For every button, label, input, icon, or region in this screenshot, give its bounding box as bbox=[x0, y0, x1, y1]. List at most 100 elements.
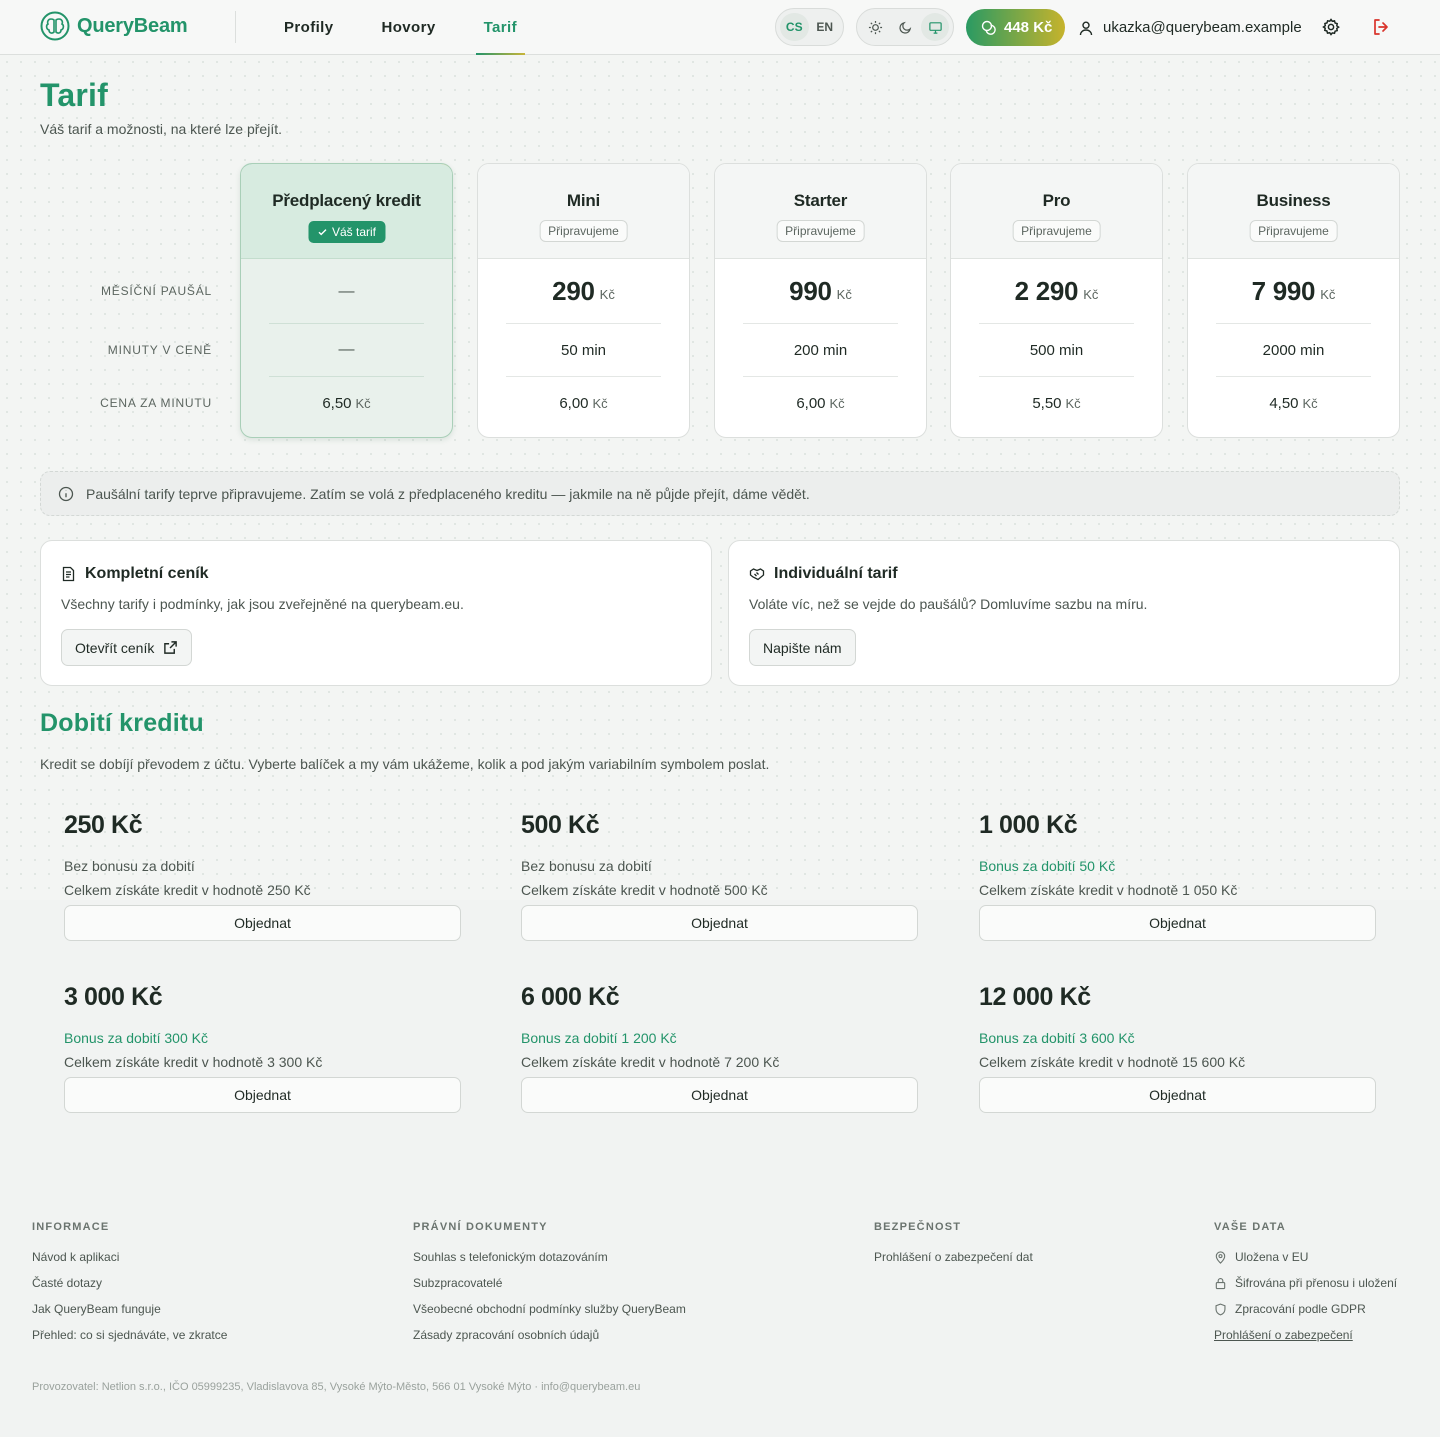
package-amount: 6 000 Kč bbox=[521, 983, 620, 1011]
contact-us-button[interactable]: Napište nám bbox=[749, 629, 856, 666]
contact-us-button-label: Napište nám bbox=[763, 639, 842, 656]
info-banner: Paušální tarify teprve připravujeme. Zat… bbox=[40, 471, 1400, 516]
plan-rate: 6,00 Kč bbox=[743, 377, 898, 430]
document-icon bbox=[62, 566, 75, 582]
open-pricing-button-label: Otevřít ceník bbox=[75, 639, 155, 656]
plan-rate: 4,50 Kč bbox=[1216, 377, 1371, 430]
plan-rate: 6,00 Kč bbox=[506, 377, 661, 430]
user-menu[interactable]: ukazka@querybeam.example bbox=[1078, 0, 1302, 55]
shield-icon bbox=[1215, 1303, 1226, 1315]
order-button[interactable]: Objednat bbox=[64, 1077, 461, 1113]
package-amount: 12 000 Kč bbox=[979, 983, 1091, 1011]
footer-link[interactable]: Návod k aplikaci bbox=[32, 1244, 227, 1270]
order-button[interactable]: Objednat bbox=[979, 905, 1376, 941]
plan-rate-currency: Kč bbox=[592, 396, 608, 411]
footer-link[interactable]: Prohlášení o zabezpečení dat bbox=[874, 1244, 1033, 1270]
footer-link[interactable]: Jak QueryBeam funguje bbox=[32, 1296, 227, 1322]
main-nav: Profily Hovory Tarif bbox=[260, 0, 541, 55]
package-amount: 3 000 Kč bbox=[64, 983, 163, 1011]
plan-monthly-currency: Kč bbox=[836, 287, 852, 302]
pricing-card-title-text: Kompletní ceník bbox=[85, 565, 209, 582]
logo-text: QueryBeam bbox=[77, 14, 188, 37]
brain-logo-icon bbox=[40, 11, 70, 41]
custom-plan-card-title: Individuální tarif bbox=[749, 565, 898, 583]
plan-rate-currency: Kč bbox=[355, 396, 371, 411]
info-icon bbox=[58, 486, 74, 501]
footer-info-column: Informace Návod k aplikaci Časté dotazy … bbox=[32, 1221, 227, 1348]
plan-name: Pro bbox=[1042, 191, 1071, 210]
lock-icon bbox=[1215, 1277, 1226, 1289]
order-button[interactable]: Objednat bbox=[64, 905, 461, 941]
plan-name: Předplacený kredit bbox=[272, 191, 421, 210]
package-bonus: Bonus za dobití 50 Kč bbox=[979, 858, 1116, 874]
plan-monthly-value: 7 990 bbox=[1251, 276, 1316, 306]
plan-monthly-currency: Kč bbox=[1083, 287, 1099, 302]
theme-system-button[interactable] bbox=[921, 13, 949, 41]
plan-card-mini: Mini Připravujeme 290 Kč 50 min 6,00 Kč bbox=[477, 163, 690, 438]
package-amount: 250 Kč bbox=[64, 811, 143, 839]
check-icon bbox=[317, 229, 326, 236]
plan-monthly: — bbox=[269, 260, 424, 324]
topup-package: 6 000 Kč Bonus za dobití 1 200 Kč Celkem… bbox=[521, 983, 918, 1143]
logout-icon[interactable] bbox=[1371, 17, 1391, 37]
plan-header: Mini Připravujeme bbox=[478, 164, 689, 259]
package-total: Celkem získáte kredit v hodnotě 1 050 Kč bbox=[979, 882, 1238, 898]
theme-light-button[interactable] bbox=[861, 13, 889, 41]
lang-cs-button[interactable]: CS bbox=[780, 13, 809, 41]
footer-link[interactable]: Zásady zpracování osobních údajů bbox=[413, 1322, 686, 1348]
logo[interactable]: QueryBeam bbox=[40, 11, 188, 41]
plan-card-business: Business Připravujeme 7 990 Kč 2000 min … bbox=[1187, 163, 1400, 438]
location-pin-icon bbox=[1215, 1250, 1226, 1264]
credit-balance-button[interactable]: 448 Kč bbox=[966, 9, 1065, 46]
data-fact: Zpracování podle GDPR bbox=[1214, 1296, 1397, 1322]
theme-dark-button[interactable] bbox=[891, 13, 919, 41]
plan-card-prepaid: Předplacený kredit Váš tarif — — 6,50 Kč bbox=[240, 163, 453, 438]
footer-link[interactable]: Souhlas s telefonickým dotazováním bbox=[413, 1244, 686, 1270]
footer-data-column: Vaše data Uložena v EU Šifrována při pře… bbox=[1214, 1221, 1397, 1348]
lang-en-button[interactable]: EN bbox=[811, 13, 840, 41]
coming-soon-badge: Připravujeme bbox=[539, 220, 628, 242]
language-switch: CS EN bbox=[775, 8, 844, 46]
plan-rate-value: 5,50 bbox=[1032, 395, 1062, 412]
package-amount: 500 Kč bbox=[521, 811, 600, 839]
header-divider bbox=[235, 11, 236, 43]
order-button[interactable]: Objednat bbox=[521, 1077, 918, 1113]
plan-monthly-value: 2 290 bbox=[1014, 276, 1079, 306]
row-label-monthly: Měsíční paušál bbox=[100, 284, 212, 298]
nav-profily[interactable]: Profily bbox=[260, 0, 357, 55]
coming-soon-badge: Připravujeme bbox=[776, 220, 865, 242]
custom-plan-card-desc: Voláte víc, než se vejde do paušálů? Dom… bbox=[749, 596, 1148, 612]
plan-header: Starter Připravujeme bbox=[715, 164, 926, 259]
footer-link[interactable]: Subzpracovatelé bbox=[413, 1270, 686, 1296]
monitor-icon bbox=[928, 21, 942, 34]
package-total: Celkem získáte kredit v hodnotě 3 300 Kč bbox=[64, 1054, 323, 1070]
security-statement-link[interactable]: Prohlášení o zabezpečení bbox=[1214, 1322, 1397, 1348]
plan-rate-currency: Kč bbox=[1302, 396, 1318, 411]
plan-name: Mini bbox=[566, 191, 601, 210]
package-total: Celkem získáte kredit v hodnotě 500 Kč bbox=[521, 882, 768, 898]
footer-link[interactable]: Všeobecné obchodní podmínky služby Query… bbox=[413, 1296, 686, 1322]
footer-heading: Vaše data bbox=[1214, 1221, 1286, 1233]
plan-minutes-value: — bbox=[338, 341, 355, 358]
plan-name: Business bbox=[1256, 191, 1331, 210]
plan-monthly-currency: Kč bbox=[599, 287, 615, 302]
topup-title: Dobití kreditu bbox=[40, 709, 204, 737]
coming-soon-badge: Připravujeme bbox=[1012, 220, 1101, 242]
nav-hovory[interactable]: Hovory bbox=[357, 0, 459, 55]
footer-link[interactable]: Časté dotazy bbox=[32, 1270, 227, 1296]
open-pricing-button[interactable]: Otevřít ceník bbox=[61, 629, 193, 666]
nav-tarif[interactable]: Tarif bbox=[460, 0, 541, 55]
footer-link[interactable]: Přehled: co si sjednáváte, ve zkratce bbox=[32, 1322, 227, 1348]
moon-icon bbox=[898, 21, 911, 34]
order-button[interactable]: Objednat bbox=[979, 1077, 1376, 1113]
topup-package: 3 000 Kč Bonus za dobití 300 Kč Celkem z… bbox=[64, 983, 461, 1143]
gear-icon[interactable] bbox=[1321, 17, 1341, 37]
plan-monthly-value: 990 bbox=[789, 276, 832, 306]
sun-icon bbox=[868, 20, 882, 34]
external-link-icon bbox=[164, 641, 178, 654]
top-bar: QueryBeam Profily Hovory Tarif CS EN 448… bbox=[0, 0, 1440, 55]
data-fact-text: Zpracování podle GDPR bbox=[1235, 1302, 1366, 1316]
order-button[interactable]: Objednat bbox=[521, 905, 918, 941]
package-total: Celkem získáte kredit v hodnotě 7 200 Kč bbox=[521, 1054, 780, 1070]
data-fact: Uložena v EU bbox=[1214, 1244, 1397, 1270]
